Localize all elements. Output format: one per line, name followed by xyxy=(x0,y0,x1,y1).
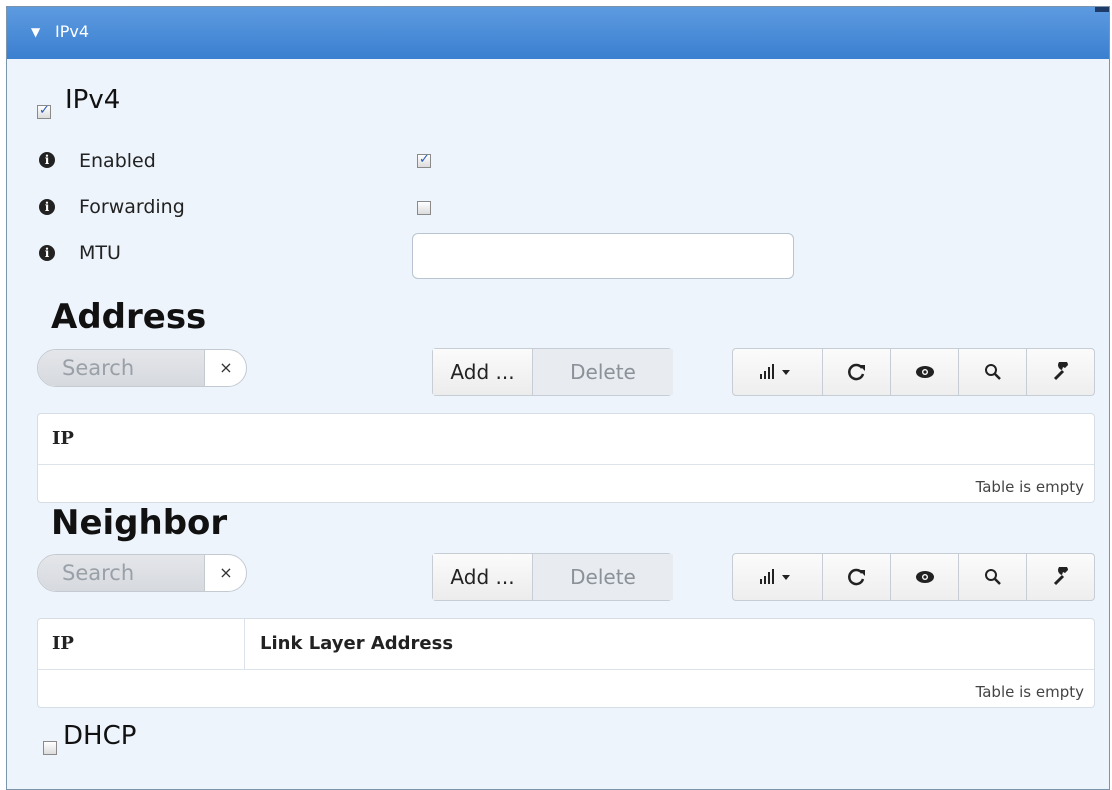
refresh-icon[interactable] xyxy=(823,554,891,600)
delete-button[interactable]: Delete xyxy=(533,349,673,395)
address-table: IP Table is empty xyxy=(37,413,1095,503)
address-button-group: Add ... Delete xyxy=(432,348,673,396)
neighbor-button-group: Add ... Delete xyxy=(432,553,673,601)
corner-decoration xyxy=(1095,7,1109,12)
panel-header[interactable]: ▼ IPv4 xyxy=(7,7,1109,59)
address-title: Address xyxy=(51,297,207,337)
wrench-icon[interactable] xyxy=(1027,349,1094,395)
search-icon[interactable] xyxy=(959,349,1027,395)
dhcp-checkbox[interactable] xyxy=(43,741,57,755)
mtu-input[interactable] xyxy=(412,233,794,279)
address-toolbar xyxy=(732,348,1095,396)
caret-down-icon[interactable]: ▼ xyxy=(31,25,40,39)
table-header: IP xyxy=(38,414,1094,465)
dhcp-label: DHCP xyxy=(63,721,137,751)
close-icon[interactable]: × xyxy=(204,350,247,386)
ipv4-label: IPv4 xyxy=(65,85,121,115)
panel-title: IPv4 xyxy=(55,22,90,41)
enabled-label: Enabled xyxy=(79,150,156,172)
neighbor-title: Neighbor xyxy=(51,503,228,543)
column-header-ip[interactable]: IP xyxy=(52,428,74,449)
address-search[interactable]: Search × xyxy=(37,349,247,387)
ipv4-panel: ▼ IPv4 IPv4 i Enabled i Forwarding i MTU… xyxy=(6,6,1110,790)
close-icon[interactable]: × xyxy=(204,555,247,591)
mtu-label: MTU xyxy=(79,242,121,264)
neighbor-search[interactable]: Search × xyxy=(37,554,247,592)
eye-icon[interactable] xyxy=(891,554,959,600)
column-header-ip[interactable]: IP xyxy=(52,633,74,654)
eye-icon[interactable] xyxy=(891,349,959,395)
neighbor-table: IP Link Layer Address Table is empty xyxy=(37,618,1095,708)
table-header: IP Link Layer Address xyxy=(38,619,1094,670)
table-empty-message: Table is empty xyxy=(975,478,1084,496)
neighbor-toolbar xyxy=(732,553,1095,601)
forwarding-checkbox[interactable] xyxy=(417,201,431,215)
info-icon[interactable]: i xyxy=(39,152,55,168)
info-icon[interactable]: i xyxy=(39,199,55,215)
table-empty-message: Table is empty xyxy=(975,683,1084,701)
column-header-link-layer-address[interactable]: Link Layer Address xyxy=(260,633,453,654)
refresh-icon[interactable] xyxy=(823,349,891,395)
add-button[interactable]: Add ... xyxy=(433,554,533,600)
column-separator xyxy=(244,619,245,669)
info-icon[interactable]: i xyxy=(39,245,55,261)
search-input[interactable]: Search xyxy=(38,555,204,591)
forwarding-label: Forwarding xyxy=(79,196,185,218)
add-button[interactable]: Add ... xyxy=(433,349,533,395)
wrench-icon[interactable] xyxy=(1027,554,1094,600)
search-icon[interactable] xyxy=(959,554,1027,600)
signal-bars-icon[interactable] xyxy=(733,349,823,395)
signal-bars-icon[interactable] xyxy=(733,554,823,600)
search-input[interactable]: Search xyxy=(38,350,204,386)
enabled-checkbox[interactable] xyxy=(417,152,431,168)
delete-button[interactable]: Delete xyxy=(533,554,673,600)
ipv4-checkbox[interactable] xyxy=(37,103,51,119)
